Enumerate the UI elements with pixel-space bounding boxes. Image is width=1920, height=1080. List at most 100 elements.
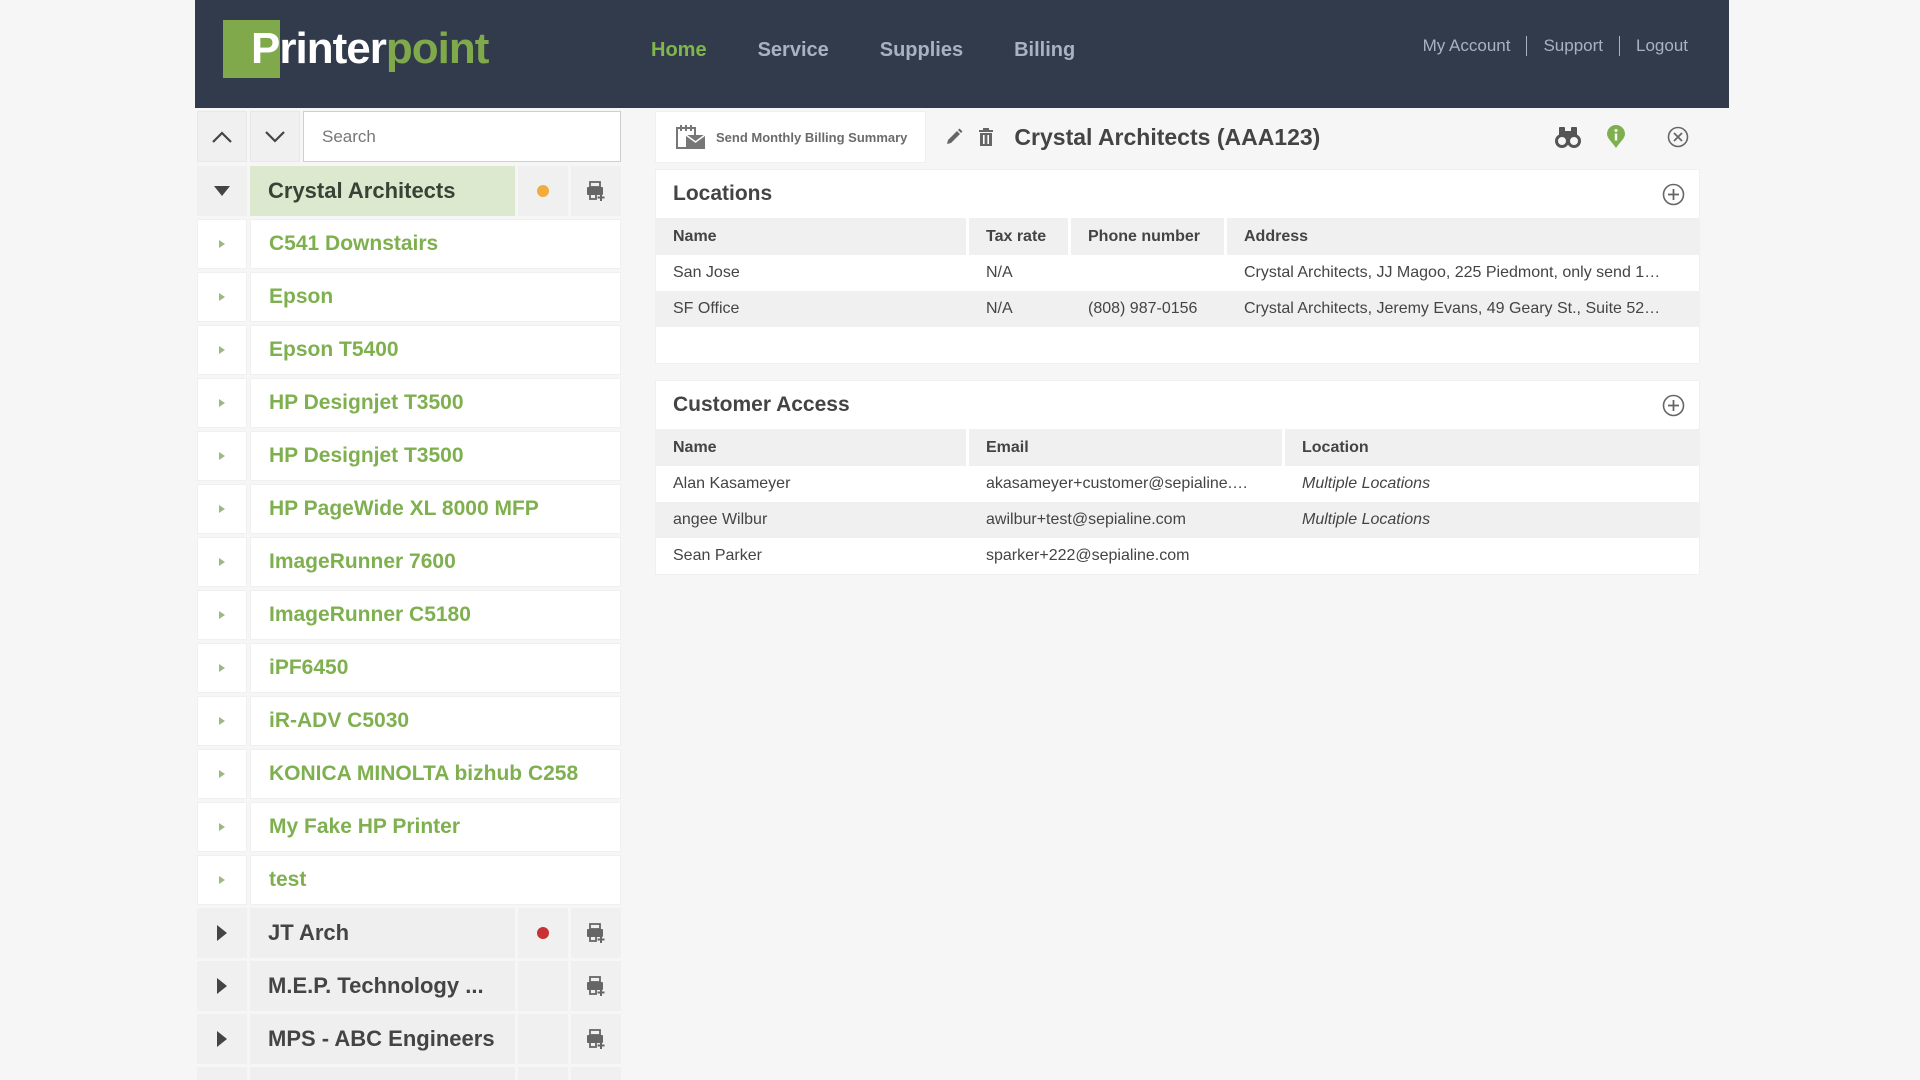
send-billing-summary-button[interactable]: Send Monthly Billing Summary: [655, 111, 926, 163]
nav-home[interactable]: Home: [651, 34, 707, 66]
customer-name[interactable]: MPS - ABC Engineers: [250, 1014, 515, 1064]
search-input[interactable]: [303, 111, 621, 162]
user-name: Alan Kasameyer: [656, 466, 969, 502]
expand-toggle[interactable]: [197, 696, 247, 746]
user-location: Multiple Locations: [1285, 466, 1699, 502]
printer-name[interactable]: iPF6450: [250, 643, 621, 693]
expand-toggle[interactable]: [197, 537, 247, 587]
expand-toggle[interactable]: [197, 590, 247, 640]
collapse-toggle[interactable]: [197, 166, 247, 216]
expand-toggle[interactable]: [197, 484, 247, 534]
support-link[interactable]: Support: [1543, 36, 1603, 56]
expand-toggle[interactable]: [197, 961, 247, 1011]
customer-detail: Send Monthly Billing Summary Crystal Arc…: [655, 111, 1700, 575]
customer-row[interactable]: MPS - ABC Engineers: [197, 1014, 621, 1064]
add-printer-button[interactable]: [571, 1014, 621, 1064]
column-header-name[interactable]: Name: [656, 218, 969, 255]
printer-row[interactable]: HP Designjet T3500: [197, 431, 621, 481]
table-row[interactable]: SF Office N/A (808) 987-0156 Crystal Arc…: [656, 291, 1699, 327]
printer-row[interactable]: KONICA MINOLTA bizhub C258: [197, 749, 621, 799]
edit-button[interactable]: [940, 123, 968, 151]
expand-toggle[interactable]: [197, 378, 247, 428]
table-row[interactable]: Sean Parker sparker+222@sepialine.com: [656, 538, 1699, 574]
add-printer-button[interactable]: [571, 166, 621, 216]
account-links: My Account Support Logout: [1423, 36, 1688, 56]
add-printer-button[interactable]: [571, 961, 621, 1011]
close-button[interactable]: [1664, 123, 1692, 151]
printer-name[interactable]: test: [250, 855, 621, 905]
nav-service[interactable]: Service: [758, 34, 829, 66]
add-printer-button[interactable]: [571, 1067, 621, 1080]
add-printer-button[interactable]: [571, 908, 621, 958]
delete-button[interactable]: [972, 123, 1000, 151]
info-button[interactable]: [1602, 123, 1630, 151]
add-location-button[interactable]: [1662, 183, 1685, 211]
expand-toggle[interactable]: [197, 431, 247, 481]
table-row[interactable]: Alan Kasameyer akasameyer+customer@sepia…: [656, 466, 1699, 502]
customer-name[interactable]: JT Arch: [250, 908, 515, 958]
printer-name[interactable]: HP Designjet T3500: [250, 431, 621, 481]
printer-row[interactable]: iPF6450: [197, 643, 621, 693]
customer-row[interactable]: JT Arch: [197, 908, 621, 958]
find-button[interactable]: [1554, 123, 1582, 151]
printer-name[interactable]: KONICA MINOLTA bizhub C258: [250, 749, 621, 799]
customer-row-selected[interactable]: Crystal Architects: [197, 166, 621, 216]
printer-name[interactable]: ImageRunner 7600: [250, 537, 621, 587]
table-row[interactable]: angee Wilbur awilbur+test@sepialine.com …: [656, 502, 1699, 538]
expand-toggle[interactable]: [197, 802, 247, 852]
previous-button[interactable]: [197, 111, 247, 162]
expand-toggle[interactable]: [197, 643, 247, 693]
printer-row[interactable]: HP PageWide XL 8000 MFP: [197, 484, 621, 534]
expand-toggle[interactable]: [197, 908, 247, 958]
printer-row[interactable]: iR-ADV C5030: [197, 696, 621, 746]
customer-name[interactable]: [250, 1067, 515, 1080]
printer-name[interactable]: HP PageWide XL 8000 MFP: [250, 484, 621, 534]
expand-toggle[interactable]: [197, 1014, 247, 1064]
printer-name[interactable]: C541 Downstairs: [250, 219, 621, 269]
printer-row[interactable]: ImageRunner 7600: [197, 537, 621, 587]
next-button[interactable]: [250, 111, 300, 162]
printer-row[interactable]: test: [197, 855, 621, 905]
printer-name[interactable]: Epson T5400: [250, 325, 621, 375]
printer-name[interactable]: ImageRunner C5180: [250, 590, 621, 640]
customer-row-partial[interactable]: [197, 1067, 621, 1080]
expand-toggle[interactable]: [197, 855, 247, 905]
customer-row[interactable]: M.E.P. Technology ...: [197, 961, 621, 1011]
customer-name[interactable]: Crystal Architects: [250, 166, 515, 216]
printer-row[interactable]: ImageRunner C5180: [197, 590, 621, 640]
column-header-name[interactable]: Name: [656, 429, 969, 466]
printer-row[interactable]: HP Designjet T3500: [197, 378, 621, 428]
table-row[interactable]: San Jose N/A Crystal Architects, JJ Mago…: [656, 255, 1699, 291]
printer-row[interactable]: Epson: [197, 272, 621, 322]
expand-toggle[interactable]: [197, 325, 247, 375]
printer-name[interactable]: My Fake HP Printer: [250, 802, 621, 852]
nav-supplies[interactable]: Supplies: [880, 34, 963, 66]
my-account-link[interactable]: My Account: [1423, 36, 1511, 56]
printer-name[interactable]: Epson: [250, 272, 621, 322]
printer-row[interactable]: Epson T5400: [197, 325, 621, 375]
column-header-tax-rate[interactable]: Tax rate: [969, 218, 1071, 255]
expand-toggle[interactable]: [197, 749, 247, 799]
column-header-address[interactable]: Address: [1227, 218, 1699, 255]
customer-name[interactable]: M.E.P. Technology ...: [250, 961, 515, 1011]
add-customer-access-button[interactable]: [1662, 394, 1685, 422]
expand-toggle[interactable]: [197, 219, 247, 269]
printer-row[interactable]: C541 Downstairs: [197, 219, 621, 269]
customer-access-heading: Customer Access: [673, 393, 850, 417]
expand-toggle[interactable]: [197, 272, 247, 322]
table-header-row: Name Tax rate Phone number Address: [656, 218, 1699, 255]
printerpoint-logo[interactable]: Printerpoint: [223, 20, 488, 78]
printer-name[interactable]: iR-ADV C5030: [250, 696, 621, 746]
column-header-location[interactable]: Location: [1285, 429, 1699, 466]
printer-name[interactable]: HP Designjet T3500: [250, 378, 621, 428]
logout-link[interactable]: Logout: [1636, 36, 1688, 56]
column-header-email[interactable]: Email: [969, 429, 1285, 466]
nav-billing[interactable]: Billing: [1014, 34, 1075, 66]
expand-toggle[interactable]: [197, 1067, 247, 1080]
location-name: SF Office: [656, 291, 969, 327]
logo-accent: point: [386, 24, 489, 73]
column-header-phone[interactable]: Phone number: [1071, 218, 1227, 255]
status-indicator: [518, 1014, 568, 1064]
printer-row[interactable]: My Fake HP Printer: [197, 802, 621, 852]
link-divider: [1619, 36, 1620, 56]
